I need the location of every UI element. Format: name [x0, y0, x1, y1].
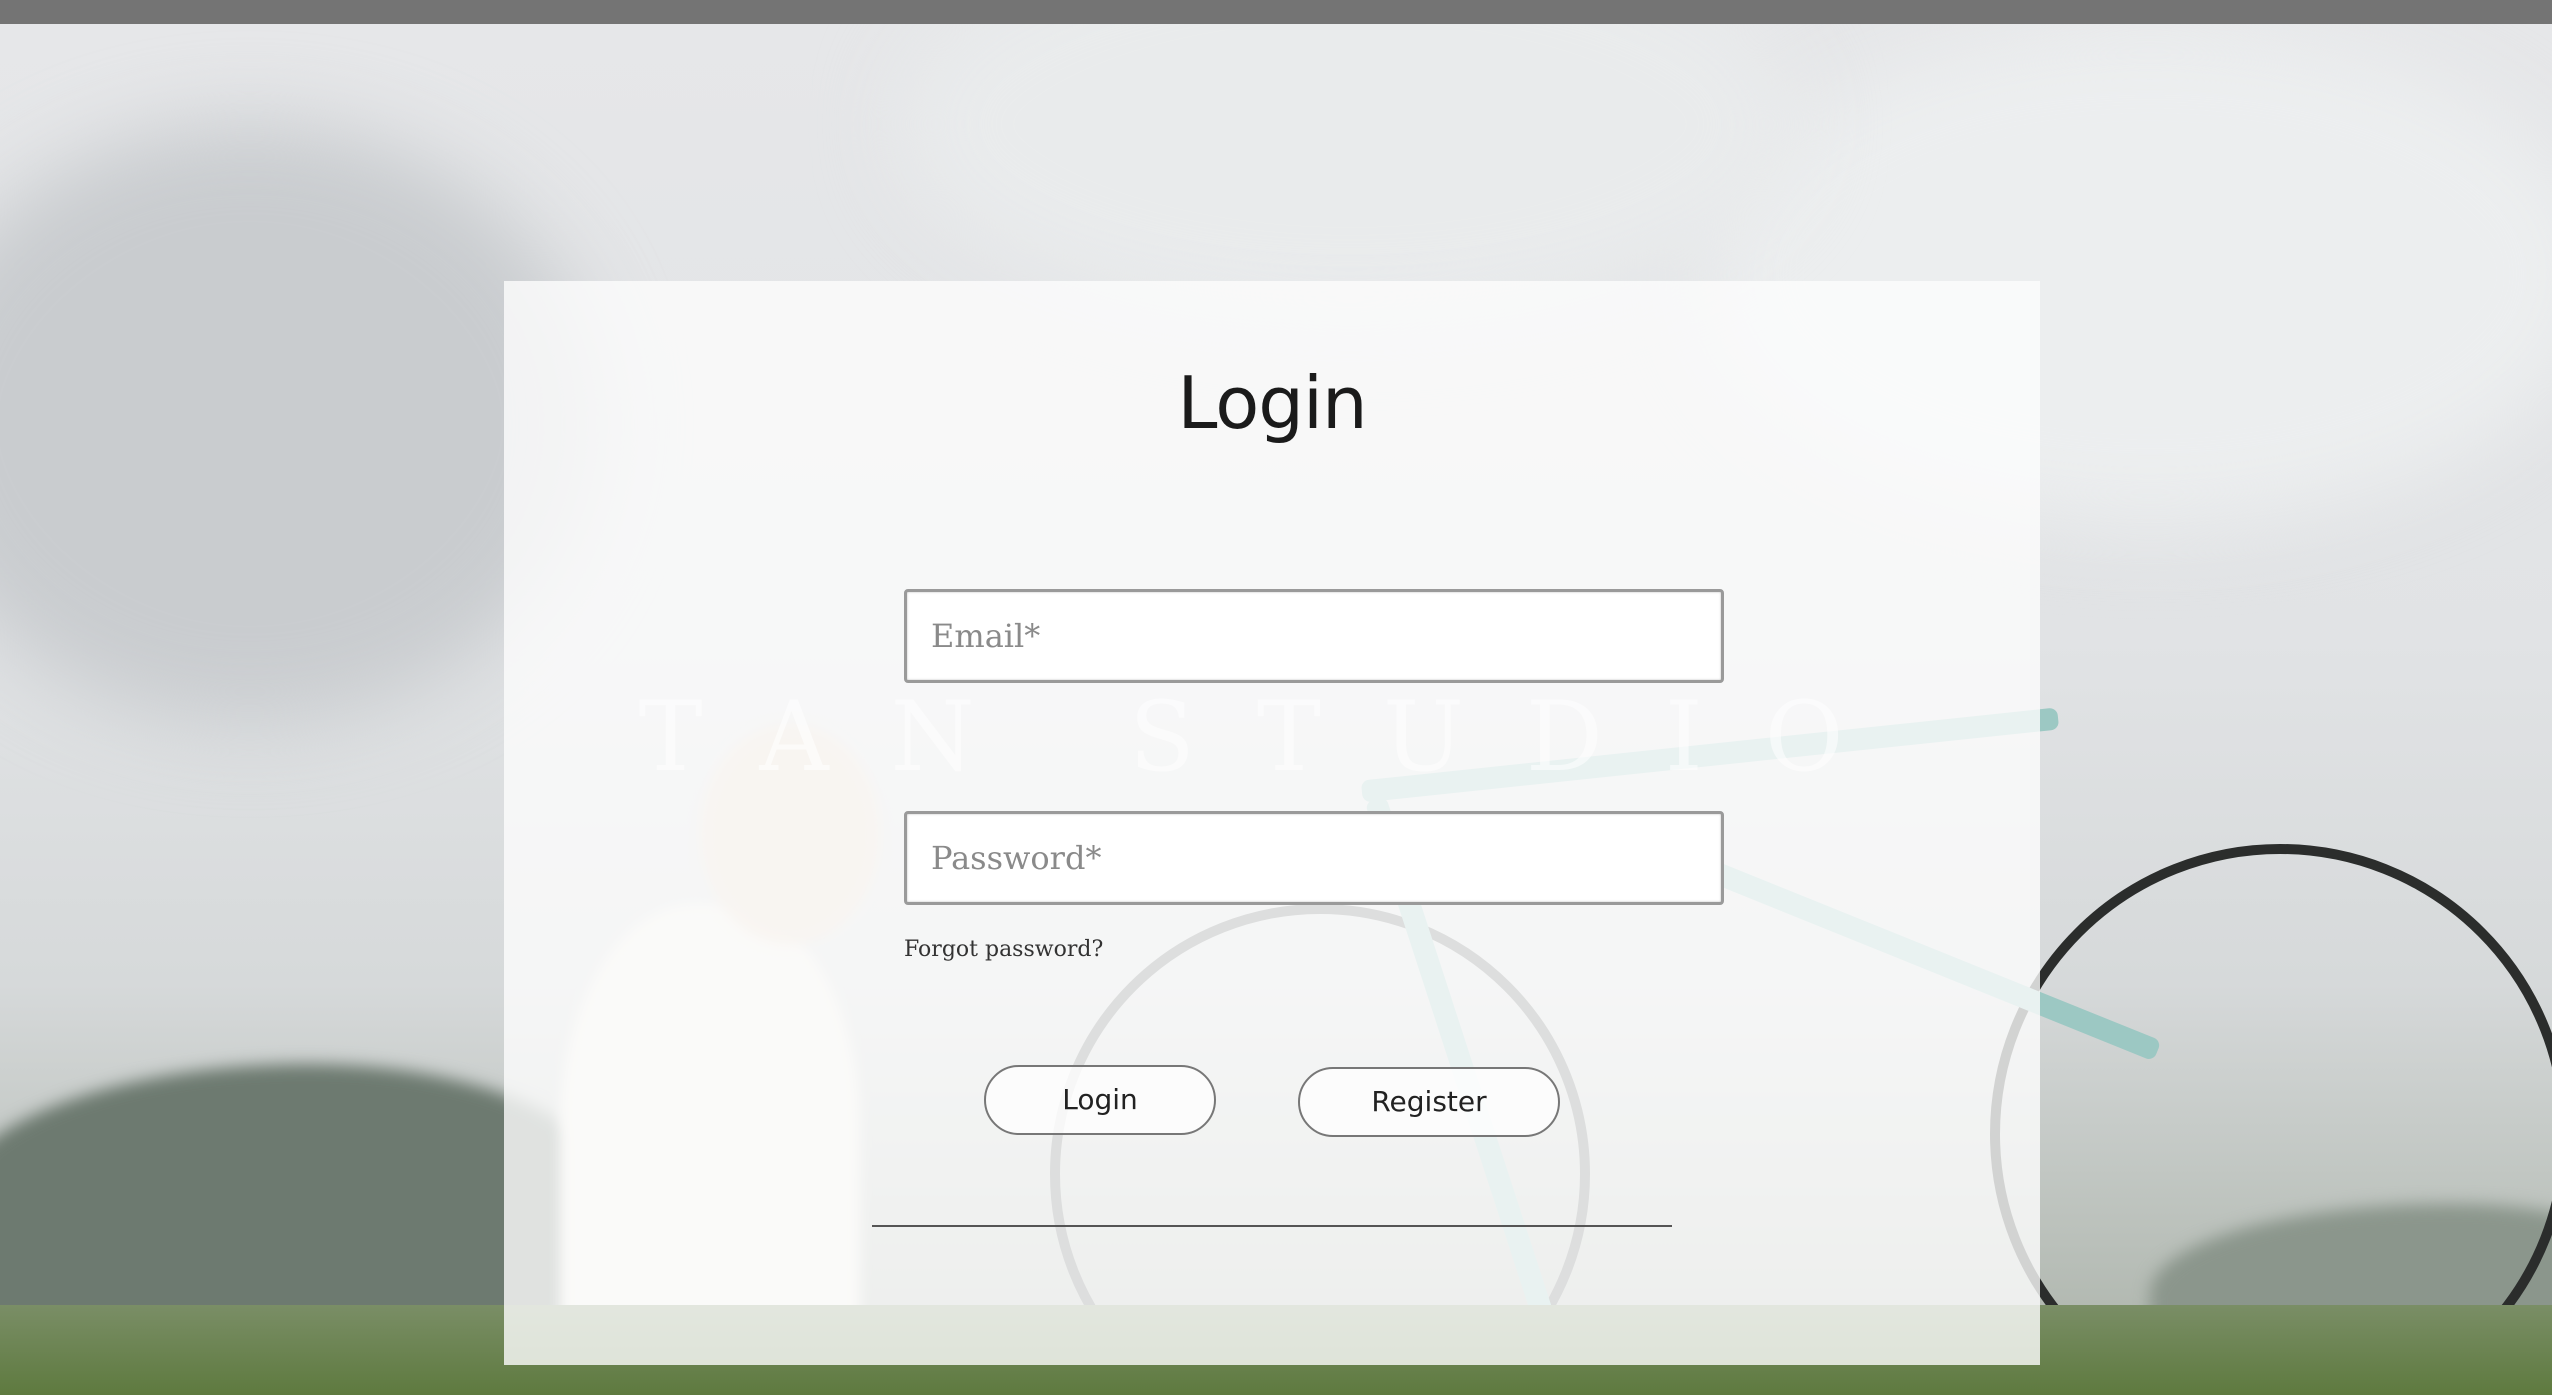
- email-field[interactable]: [904, 589, 1724, 683]
- login-button[interactable]: Login: [984, 1065, 1216, 1135]
- top-bar: [0, 0, 2552, 24]
- register-button[interactable]: Register: [1298, 1067, 1560, 1137]
- watermark-text: TAN STUDIO: [638, 681, 1906, 793]
- divider: [872, 1225, 1672, 1227]
- password-field[interactable]: [904, 811, 1724, 905]
- login-panel: TAN STUDIO Login Forgot password? Login …: [504, 281, 2040, 1365]
- forgot-password-link[interactable]: Forgot password?: [904, 937, 1103, 962]
- page-title: Login: [1177, 361, 1367, 445]
